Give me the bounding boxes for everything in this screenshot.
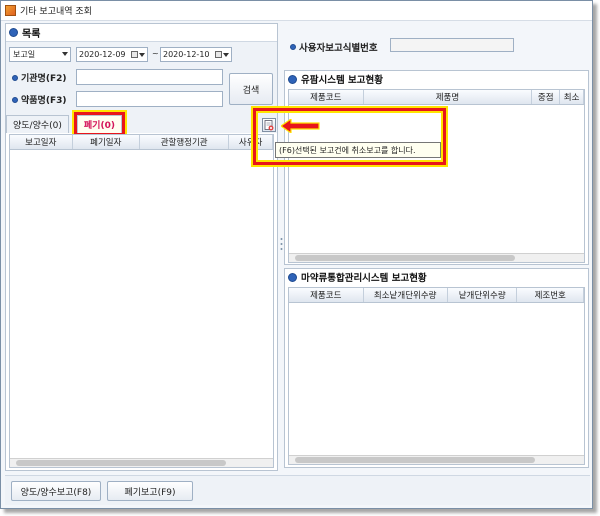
narcotics-grid[interactable]: 제품코드 최소낱개단위수량 낱개단위수량 제조번호	[288, 287, 585, 465]
list-tabs: 양도/양수(0) 폐기(0)	[6, 112, 125, 136]
list-title-text: 목록	[22, 28, 41, 40]
document-cancel-icon	[264, 119, 274, 130]
date-from-picker[interactable]: 2020-12-09	[76, 47, 148, 62]
grid-header: 제품코드 제품명 중점 최소	[289, 90, 584, 105]
drug-name-input[interactable]	[76, 91, 223, 107]
drug-label-text: 약품명(F3)	[21, 96, 67, 106]
splitter-grip-icon[interactable]	[280, 237, 283, 251]
col-product-code[interactable]: 제품코드	[289, 90, 364, 104]
annotation-arrow-icon	[281, 119, 320, 133]
transfer-report-button[interactable]: 양도/양수보고(F8)	[11, 481, 101, 501]
list-section-title: 목록	[6, 24, 277, 40]
report-list-grid[interactable]: 보고일자 폐기일자 관할행정기관 사유자	[9, 134, 274, 468]
id-label-text: 사용자보고식별번호	[299, 43, 378, 54]
drug-label: 약품명(F3)	[12, 93, 66, 106]
window-title: 기타 보고내역 조회	[20, 7, 92, 17]
grid-header: 제품코드 최소낱개단위수량 낱개단위수량 제조번호	[289, 288, 584, 303]
section-bullet-icon	[9, 27, 18, 37]
calendar-icon[interactable]	[131, 51, 138, 58]
grid-header: 보고일자 폐기일자 관할행정기관 사유자	[10, 135, 273, 150]
cancel-report-button[interactable]	[262, 118, 276, 132]
disposal-report-button[interactable]: 폐기보고(F9)	[107, 481, 193, 501]
chevron-down-icon	[62, 52, 68, 56]
section-bullet-icon	[288, 272, 297, 282]
horizontal-scrollbar[interactable]	[289, 455, 584, 464]
col-product-code[interactable]: 제품코드	[289, 288, 364, 302]
chevron-down-icon[interactable]	[223, 53, 229, 57]
upharm-title-text: 유팜시스템 보고현황	[301, 75, 383, 86]
app-icon	[5, 5, 16, 16]
title-bar: 기타 보고내역 조회	[1, 1, 592, 21]
search-button[interactable]: 검색	[229, 73, 273, 105]
col-min-unit-qty[interactable]: 최소낱개단위수량	[364, 288, 448, 302]
upharm-title: 유팜시스템 보고현황	[285, 71, 588, 87]
tooltip: (F6)선택된 보고건에 취소보고를 합니다.	[275, 142, 441, 158]
date-from-value: 2020-12-09	[79, 50, 126, 59]
col-lot-number[interactable]: 제조번호	[517, 288, 584, 302]
col-admin-agency[interactable]: 관할행정기관	[140, 135, 230, 149]
action-bar: 양도/양수보고(F8) 폐기보고(F9)	[5, 475, 590, 505]
org-name-input[interactable]	[76, 69, 223, 85]
horizontal-scrollbar[interactable]	[10, 458, 273, 467]
scroll-thumb[interactable]	[295, 457, 535, 463]
date-range-separator: ~	[152, 49, 159, 58]
report-id-field	[390, 38, 514, 52]
calendar-icon[interactable]	[215, 51, 222, 58]
tab-transfer[interactable]: 양도/양수(0)	[6, 115, 69, 133]
tab-disposal[interactable]: 폐기(0)	[73, 112, 125, 136]
scroll-thumb[interactable]	[295, 255, 515, 261]
upharm-status-panel: 유팜시스템 보고현황 제품코드 제품명 중점 최소	[284, 70, 589, 265]
list-panel: 목록 보고일 2020-12-09 ~ 2020-12-10 기관명(F2) 약…	[5, 23, 278, 471]
org-label-text: 기관명(F2)	[21, 74, 67, 84]
col-min[interactable]: 최소	[560, 90, 584, 104]
org-label: 기관명(F2)	[12, 71, 66, 84]
date-to-value: 2020-12-10	[163, 50, 210, 59]
bullet-icon	[290, 44, 296, 50]
date-type-select[interactable]: 보고일	[9, 47, 71, 62]
narcotics-title: 마약류통합관리시스템 보고현황	[285, 269, 588, 285]
horizontal-scrollbar[interactable]	[289, 253, 584, 262]
col-product-name[interactable]: 제품명	[364, 90, 533, 104]
date-to-picker[interactable]: 2020-12-10	[160, 47, 232, 62]
bullet-icon	[12, 74, 18, 81]
report-history-window: 기타 보고내역 조회 목록 보고일 2020-12-09 ~ 2020-12-1…	[0, 0, 593, 509]
section-bullet-icon	[288, 74, 297, 84]
col-report-date[interactable]: 보고일자	[10, 135, 73, 149]
bullet-icon	[12, 96, 18, 103]
narcotics-status-panel: 마약류통합관리시스템 보고현황 제품코드 최소낱개단위수량 낱개단위수량 제조번…	[284, 268, 589, 468]
detail-panel: 사용자보고식별번호 유팜시스템 보고현황 제품코드 제품명 중점 최소 마약류통…	[284, 23, 589, 471]
col-disposal-date[interactable]: 폐기일자	[73, 135, 141, 149]
col-focus[interactable]: 중점	[532, 90, 561, 104]
chevron-down-icon[interactable]	[139, 53, 145, 57]
col-unit-qty[interactable]: 낱개단위수량	[448, 288, 518, 302]
scroll-thumb[interactable]	[16, 460, 226, 466]
id-label: 사용자보고식별번호	[290, 40, 378, 54]
date-type-value: 보고일	[13, 50, 36, 59]
narcotics-title-text: 마약류통합관리시스템 보고현황	[301, 273, 427, 284]
